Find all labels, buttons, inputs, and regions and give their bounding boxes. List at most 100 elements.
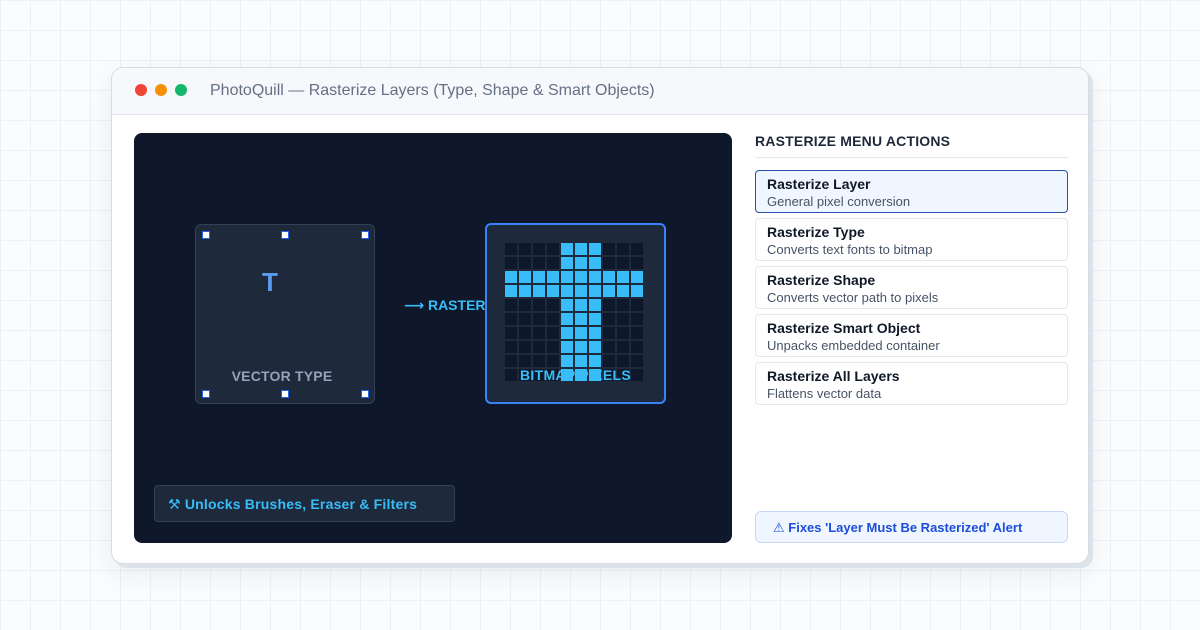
action-name: Rasterize Type (767, 224, 865, 240)
pixel-off (631, 355, 643, 367)
pixel-on (561, 271, 573, 283)
pixel-off (505, 243, 517, 255)
pixel-on (519, 271, 531, 283)
pixel-off (547, 327, 559, 339)
pixel-off (603, 355, 615, 367)
pixel-off (547, 355, 559, 367)
pixel-off (519, 341, 531, 353)
maximize-window-button[interactable] (175, 84, 187, 96)
action-name: Rasterize Shape (767, 272, 876, 288)
transform-handle-bottom-middle[interactable] (281, 390, 289, 398)
pixel-off (617, 299, 629, 311)
unlocks-tools-note: ⚒ Unlocks Brushes, Eraser & Filters (154, 485, 455, 522)
pixel-off (533, 341, 545, 353)
close-window-button[interactable] (135, 84, 147, 96)
pixel-off (631, 313, 643, 325)
transform-handle-top-right[interactable] (361, 231, 369, 239)
pixel-off (603, 257, 615, 269)
pixel-off (603, 341, 615, 353)
pixel-on (617, 271, 629, 283)
pixel-off (505, 257, 517, 269)
bitmap-pixels-layer[interactable]: BITMAP PIXELS (485, 223, 666, 404)
pixel-off (603, 243, 615, 255)
action-name: Rasterize All Layers (767, 368, 900, 384)
pixel-off (519, 313, 531, 325)
action-description: General pixel conversion (767, 194, 911, 209)
action-name: Rasterize Smart Object (767, 320, 921, 336)
pixel-off (533, 257, 545, 269)
pixel-on (505, 285, 517, 297)
pixel-on (589, 243, 601, 255)
pixel-on (589, 285, 601, 297)
pixel-off (617, 257, 629, 269)
pixel-off (547, 243, 559, 255)
pixel-on (547, 285, 559, 297)
pixel-off (505, 313, 517, 325)
action-description: Flattens vector data (767, 386, 882, 401)
pixel-on (561, 299, 573, 311)
pixel-on (575, 257, 587, 269)
app-window: PhotoQuill — Rasterize Layers (Type, Sha… (111, 67, 1089, 564)
panel-title: RASTERIZE MENU ACTIONS (755, 133, 951, 149)
pixel-off (547, 341, 559, 353)
pixel-off (631, 299, 643, 311)
action-rasterize-layer[interactable]: Rasterize Layer General pixel conversion (755, 170, 1068, 213)
pixel-off (617, 341, 629, 353)
pixel-off (631, 243, 643, 255)
minimize-window-button[interactable] (155, 84, 167, 96)
action-rasterize-shape[interactable]: Rasterize Shape Converts vector path to … (755, 266, 1068, 309)
action-rasterize-smart-object[interactable]: Rasterize Smart Object Unpacks embedded … (755, 314, 1068, 357)
pixel-off (547, 257, 559, 269)
pixel-on (561, 285, 573, 297)
pixel-off (533, 327, 545, 339)
transform-handle-bottom-left[interactable] (202, 390, 210, 398)
pixel-on (575, 341, 587, 353)
pixel-on (533, 271, 545, 283)
pixel-on (561, 355, 573, 367)
pixel-on (631, 271, 643, 283)
pixel-off (631, 257, 643, 269)
pixel-off (617, 243, 629, 255)
pixel-on (589, 341, 601, 353)
pixel-off (505, 341, 517, 353)
pixel-on (575, 271, 587, 283)
action-description: Unpacks embedded container (767, 338, 940, 353)
pixel-off (519, 257, 531, 269)
pixel-on (575, 355, 587, 367)
pixel-on (589, 271, 601, 283)
pixel-on (533, 285, 545, 297)
pixel-off (533, 313, 545, 325)
pixel-off (603, 327, 615, 339)
pixel-on (617, 285, 629, 297)
vector-type-label: VECTOR TYPE (231, 368, 333, 384)
pixel-on (575, 313, 587, 325)
pixel-on (547, 271, 559, 283)
window-title: PhotoQuill — Rasterize Layers (Type, Sha… (210, 82, 655, 99)
pixel-off (519, 355, 531, 367)
pixel-on (575, 285, 587, 297)
pixel-off (617, 355, 629, 367)
pixel-off (533, 243, 545, 255)
vector-type-layer[interactable]: T VECTOR TYPE (195, 224, 375, 404)
pixel-grid (505, 243, 643, 381)
transform-handle-top-left[interactable] (202, 231, 210, 239)
pixel-on (589, 313, 601, 325)
pixel-off (617, 327, 629, 339)
pixel-off (505, 355, 517, 367)
pixel-on (589, 299, 601, 311)
pixel-off (519, 243, 531, 255)
action-rasterize-all-layers[interactable]: Rasterize All Layers Flattens vector dat… (755, 362, 1068, 405)
type-glyph: T (262, 267, 278, 297)
pixel-off (603, 299, 615, 311)
transform-handle-bottom-right[interactable] (361, 390, 369, 398)
title-bar: PhotoQuill — Rasterize Layers (Type, Sha… (112, 68, 1088, 115)
pixel-on (631, 285, 643, 297)
pixel-on (589, 327, 601, 339)
pixel-on (519, 285, 531, 297)
pixel-off (547, 313, 559, 325)
transform-handle-top-middle[interactable] (281, 231, 289, 239)
action-rasterize-type[interactable]: Rasterize Type Converts text fonts to bi… (755, 218, 1068, 261)
pixel-off (519, 327, 531, 339)
pixel-on (589, 257, 601, 269)
action-description: Converts text fonts to bitmap (767, 242, 933, 257)
